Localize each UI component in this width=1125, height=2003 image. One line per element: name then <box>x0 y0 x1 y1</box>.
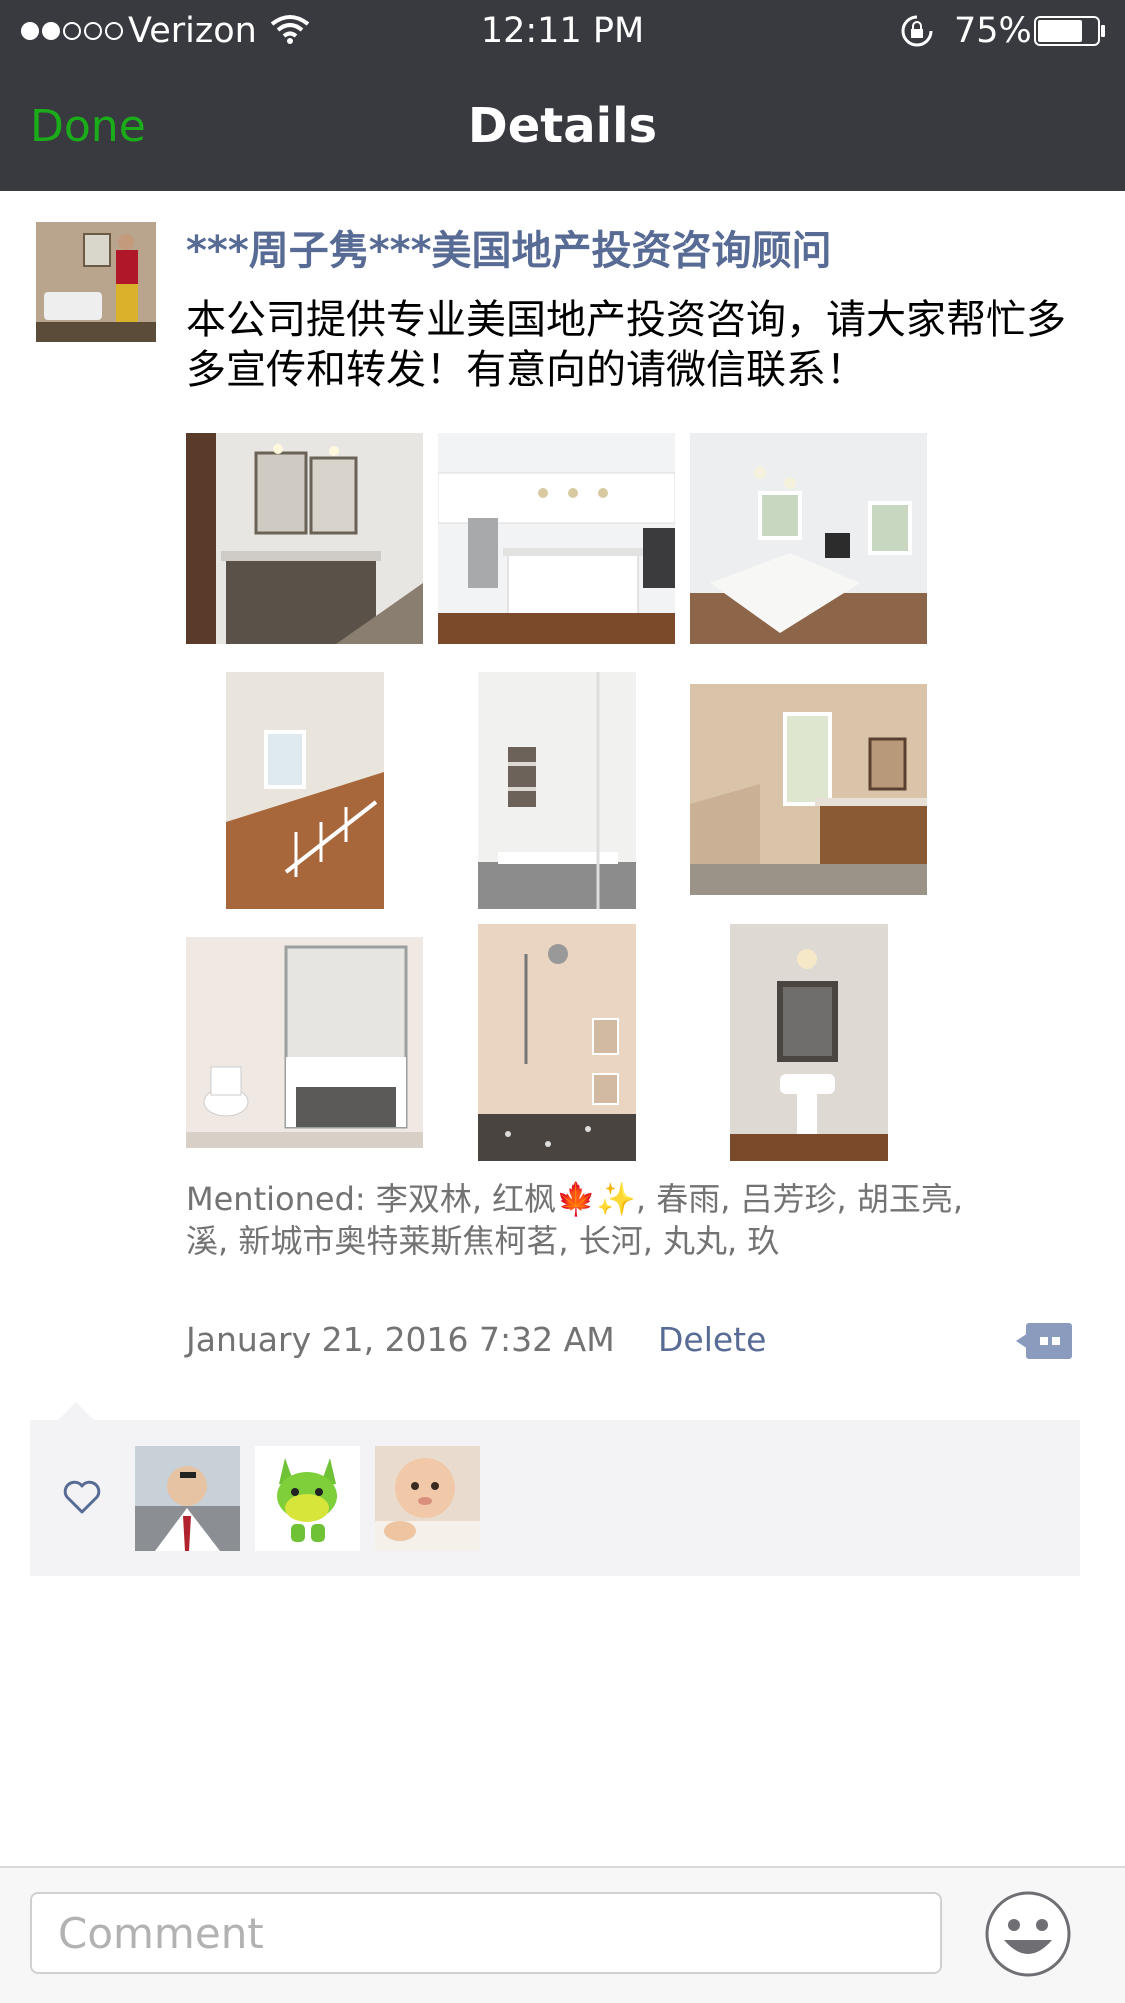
author-name[interactable]: ***周子隽***美国地产投资咨询顾问 <box>186 226 832 276</box>
author-avatar[interactable] <box>36 222 156 342</box>
heart-icon <box>63 1480 101 1514</box>
rotation-lock-icon <box>901 15 933 47</box>
liker-avatar[interactable] <box>375 1446 480 1551</box>
post-photo[interactable] <box>438 433 675 644</box>
post-photo[interactable] <box>690 433 927 644</box>
comment-input[interactable] <box>30 1892 942 1974</box>
liker-avatar[interactable] <box>255 1446 360 1551</box>
post-photo[interactable] <box>226 672 384 909</box>
post-photo[interactable] <box>478 924 636 1161</box>
comment-menu-icon[interactable] <box>1016 1321 1074 1361</box>
likes-pointer <box>58 1402 94 1420</box>
battery-percentage: 75% <box>954 11 1032 51</box>
post-photo[interactable] <box>690 684 927 895</box>
mentioned-users[interactable]: Mentioned: 李双林, 红枫🍁✨, 春雨, 吕芳珍, 胡玉亮, 溪, 新… <box>186 1178 966 1262</box>
post-photo[interactable] <box>730 924 888 1161</box>
post-photo[interactable] <box>186 433 423 644</box>
post-text: 本公司提供专业美国地产投资咨询，请大家帮忙多多宣传和转发！有意向的请微信联系！ <box>186 297 1066 393</box>
post-photo[interactable] <box>478 672 636 909</box>
page-title: Details <box>467 98 658 154</box>
post-photo[interactable] <box>186 937 423 1148</box>
post-timestamp: January 21, 2016 7:32 AM <box>186 1320 615 1359</box>
emoji-icon[interactable] <box>984 1890 1072 1978</box>
battery-icon <box>1034 16 1105 46</box>
delete-button[interactable]: Delete <box>658 1323 766 1356</box>
liker-avatar[interactable] <box>135 1446 240 1551</box>
